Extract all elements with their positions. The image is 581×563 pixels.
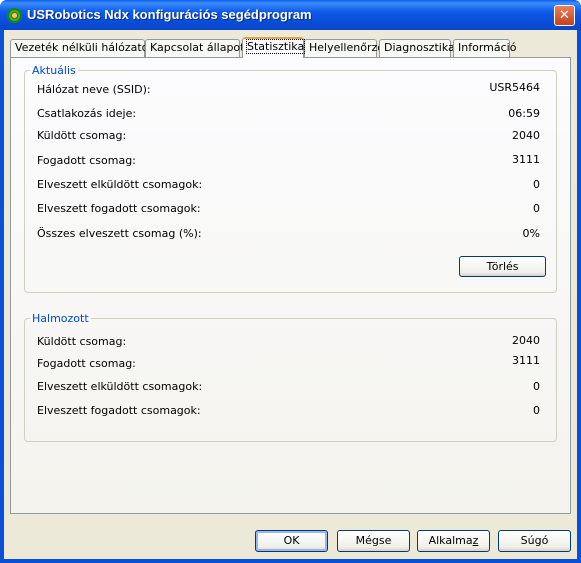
cumulative-lost-received-value: 0	[533, 404, 540, 417]
ssid-value: USR5464	[489, 81, 540, 94]
connection-time-label: Csatlakozás ideje:	[37, 107, 137, 120]
tab-diagnostics[interactable]: Diagnosztika	[379, 39, 455, 57]
cumulative-group: Halmozott	[24, 312, 557, 442]
cancel-button[interactable]: Mégse	[337, 530, 410, 552]
connection-time-value: 06:59	[508, 107, 540, 120]
received-packets-value: 3111	[512, 153, 540, 166]
tab-statistics[interactable]: Statisztika	[242, 37, 306, 58]
lost-sent-value: 0	[533, 178, 540, 191]
lost-total-label: Összes elveszett csomag (%):	[37, 227, 202, 240]
sent-packets-label: Küldött csomag:	[37, 129, 127, 142]
cumulative-sent-value: 2040	[512, 334, 540, 347]
cumulative-lost-received-label: Elveszett fogadott csomagok:	[37, 404, 201, 417]
cumulative-legend: Halmozott	[32, 312, 89, 325]
app-icon	[7, 8, 22, 23]
lost-total-value: 0%	[522, 227, 540, 240]
cumulative-received-value: 3111	[512, 354, 540, 367]
tab-site-survey[interactable]: Helyellenőrző	[304, 39, 384, 57]
title-bar[interactable]: USRobotics Ndx konfigurációs segédprogra…	[0, 0, 581, 30]
current-legend: Aktuális	[32, 64, 76, 77]
received-packets-label: Fogadott csomag:	[37, 154, 136, 167]
statistics-panel: Aktuális Hálózat neve (SSID): USR5464 Cs…	[10, 57, 571, 514]
cumulative-received-label: Fogadott csomag:	[37, 357, 136, 370]
sent-packets-value: 2040	[512, 129, 540, 142]
clear-button[interactable]: Törlés	[459, 256, 546, 277]
cumulative-lost-sent-value: 0	[533, 380, 540, 393]
ssid-label: Hálózat neve (SSID):	[37, 83, 151, 96]
close-button[interactable]: ✕	[554, 5, 575, 26]
help-button[interactable]: Súgó	[498, 530, 571, 552]
tab-connection-status[interactable]: Kapcsolat állapota	[145, 39, 251, 57]
lost-sent-label: Elveszett elküldött csomagok:	[37, 178, 203, 191]
window-title: USRobotics Ndx konfigurációs segédprogra…	[27, 7, 312, 22]
lost-received-label: Elveszett fogadott csomagok:	[37, 202, 201, 215]
ok-button[interactable]: OK	[255, 530, 328, 552]
apply-button[interactable]: Alkalmaz	[417, 530, 490, 552]
tab-wireless-networks[interactable]: Vezeték nélküli hálózatok	[10, 39, 155, 57]
app-window: USRobotics Ndx konfigurációs segédprogra…	[0, 0, 581, 563]
lost-received-value: 0	[533, 202, 540, 215]
tab-information[interactable]: Információ	[453, 39, 516, 57]
dialog-client: Vezeték nélküli hálózatok Kapcsolat álla…	[4, 30, 577, 559]
close-icon: ✕	[559, 8, 570, 23]
cumulative-lost-sent-label: Elveszett elküldött csomagok:	[37, 380, 203, 393]
cumulative-sent-label: Küldött csomag:	[37, 335, 127, 348]
